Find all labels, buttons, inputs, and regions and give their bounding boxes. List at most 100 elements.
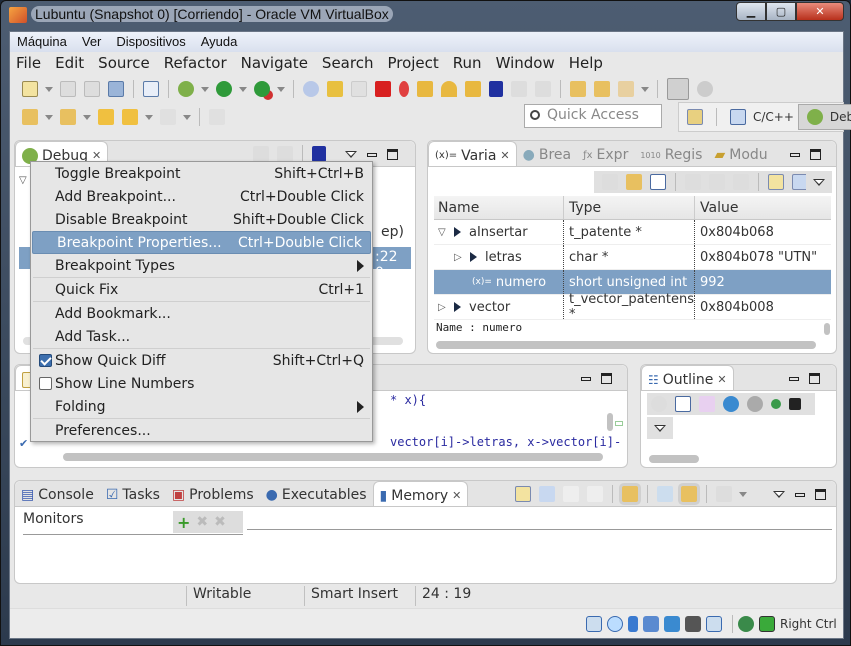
overview-ruler-marker[interactable] — [615, 421, 623, 426]
minimize-view-icon[interactable] — [367, 152, 377, 157]
checkbox-unchecked-icon[interactable] — [39, 377, 52, 390]
new-variable-icon[interactable] — [768, 174, 784, 190]
menu-refactor[interactable]: Refactor — [164, 52, 227, 76]
back-dropdown-icon[interactable] — [145, 114, 153, 120]
link-icon[interactable] — [622, 486, 638, 502]
minimize-view-icon[interactable] — [795, 492, 805, 497]
next-page-icon[interactable] — [587, 486, 603, 502]
close-button[interactable]: ✕ — [796, 2, 844, 21]
step-into-icon[interactable] — [417, 81, 433, 97]
breakpoint-marker-icon[interactable]: ✔ — [19, 437, 28, 450]
mouse-integration-icon[interactable] — [738, 616, 754, 632]
skip-breakpoints-icon[interactable] — [303, 81, 319, 97]
edit-icon[interactable] — [539, 486, 555, 502]
new-icon[interactable] — [22, 81, 38, 97]
vbox-menu-ver[interactable]: Ver — [82, 32, 111, 52]
sort-icon[interactable] — [699, 396, 715, 412]
instruction-stepping-icon[interactable] — [489, 81, 503, 97]
maximize-view-icon[interactable] — [387, 149, 398, 160]
next-annotation-icon[interactable] — [22, 109, 38, 125]
remove-all-monitors-icon[interactable]: ✖ — [214, 514, 226, 530]
collapsed-icon[interactable]: ▷ — [454, 252, 464, 263]
menu-item-show-line-numbers[interactable]: Show Line Numbers — [31, 372, 372, 395]
tab-registers[interactable]: 1010 Regis — [634, 141, 708, 166]
print-icon[interactable] — [108, 81, 124, 97]
binary-file-icon[interactable] — [143, 81, 159, 97]
add-watch-icon[interactable] — [685, 174, 701, 190]
previous-page-icon[interactable] — [563, 486, 579, 502]
vertical-scrollbar[interactable] — [607, 413, 613, 431]
save-all-icon[interactable] — [84, 81, 100, 97]
menu-item-add-task[interactable]: Add Task... — [31, 325, 372, 348]
restore-button[interactable]: ▢ — [766, 2, 796, 21]
menu-window[interactable]: Window — [496, 52, 555, 76]
terminate-icon[interactable] — [375, 81, 391, 97]
menu-item-quick-fix[interactable]: Quick Fix Ctrl+1 — [31, 278, 372, 301]
save-icon[interactable] — [60, 81, 76, 97]
remove-terminated-icon[interactable] — [253, 146, 269, 162]
remove-all-icon[interactable] — [733, 174, 749, 190]
external-tools-icon[interactable] — [254, 81, 270, 97]
swap-icon[interactable] — [681, 486, 697, 502]
maximize-view-icon[interactable] — [815, 489, 826, 500]
horizontal-scrollbar[interactable] — [436, 341, 816, 349]
tab-breakpoints[interactable]: ● Brea — [517, 141, 577, 166]
instruction-stepping-icon[interactable] — [312, 146, 326, 162]
collapsed-icon[interactable]: ▷ — [438, 302, 448, 313]
forward-dropdown-icon[interactable] — [183, 114, 191, 120]
toggle-split-icon[interactable] — [657, 486, 673, 502]
network-icon[interactable] — [643, 616, 659, 632]
menu-navigate[interactable]: Navigate — [241, 52, 308, 76]
back-icon[interactable] — [122, 109, 138, 125]
column-name[interactable]: Name — [434, 196, 564, 219]
cpu-icon[interactable] — [706, 616, 722, 632]
close-tab-icon[interactable]: ✕ — [500, 149, 509, 162]
remove-monitor-icon[interactable]: ✖ — [196, 514, 208, 530]
menu-item-folding[interactable]: Folding — [31, 395, 372, 418]
optical-drive-icon[interactable] — [607, 616, 623, 632]
perspective-debug[interactable]: Debug — [797, 104, 851, 130]
previous-annotation-icon[interactable] — [60, 109, 76, 125]
highlight-icon[interactable] — [618, 81, 634, 97]
close-tab-icon[interactable]: ✕ — [717, 373, 726, 386]
debug-bug-icon[interactable] — [178, 81, 194, 97]
forward-icon[interactable] — [160, 109, 176, 125]
menu-item-show-quick-diff[interactable]: Show Quick Diff Shift+Ctrl+Q — [31, 349, 372, 372]
show-type-names-icon[interactable] — [602, 174, 618, 190]
remove-icon[interactable] — [709, 174, 725, 190]
checkbox-checked-icon[interactable] — [39, 354, 52, 367]
view-menu-chevron-icon[interactable] — [773, 491, 785, 498]
maximize-view-icon[interactable] — [601, 373, 612, 384]
menu-item-preferences[interactable]: Preferences... — [31, 419, 372, 442]
new-rendering-icon[interactable] — [515, 486, 531, 502]
disconnect-icon[interactable] — [399, 81, 409, 97]
tab-expressions[interactable]: ƒx Expr — [577, 141, 634, 166]
maximize-view-icon[interactable] — [809, 373, 820, 384]
open-perspective-button[interactable] — [679, 107, 711, 127]
tab-problems[interactable]: ▣ Problems — [166, 481, 260, 506]
tab-modules[interactable]: ▰ Modu — [708, 141, 773, 166]
code-line[interactable]: vector[i]->letras, x->vector[i]- — [390, 435, 621, 449]
toggle-icon[interactable] — [697, 81, 713, 97]
tree-expand-icon[interactable]: ▽ — [19, 175, 27, 186]
menu-item-add-bookmark[interactable]: Add Bookmark... — [31, 302, 372, 325]
minimize-view-icon[interactable] — [581, 376, 591, 381]
hide-fields-icon[interactable] — [723, 396, 739, 412]
hide-icon[interactable] — [651, 396, 667, 412]
tab-executables[interactable]: ● Executables — [260, 481, 373, 506]
open-element-icon[interactable] — [594, 81, 610, 97]
pin-editor-icon[interactable] — [209, 109, 225, 125]
minimize-button[interactable]: ▁ — [736, 2, 766, 21]
menu-run[interactable]: Run — [453, 52, 482, 76]
video-capture-icon[interactable] — [685, 616, 701, 632]
menu-source[interactable]: Source — [98, 52, 150, 76]
table-row[interactable]: ▷ vector t_vector_patentens * 0x804b008 — [434, 292, 831, 322]
collapse-all-icon[interactable] — [650, 174, 666, 190]
view-menu-button[interactable] — [806, 171, 832, 193]
perspective-cpp[interactable]: C/C++ — [722, 107, 798, 127]
menu-item-disable-breakpoint[interactable]: Disable Breakpoint Shift+Double Click — [31, 208, 372, 231]
horizontal-scrollbar[interactable] — [63, 453, 603, 461]
code-line[interactable]: * x){ — [390, 393, 426, 407]
column-value[interactable]: Value — [695, 196, 831, 219]
tab-console[interactable]: ▤ Console — [15, 481, 100, 506]
